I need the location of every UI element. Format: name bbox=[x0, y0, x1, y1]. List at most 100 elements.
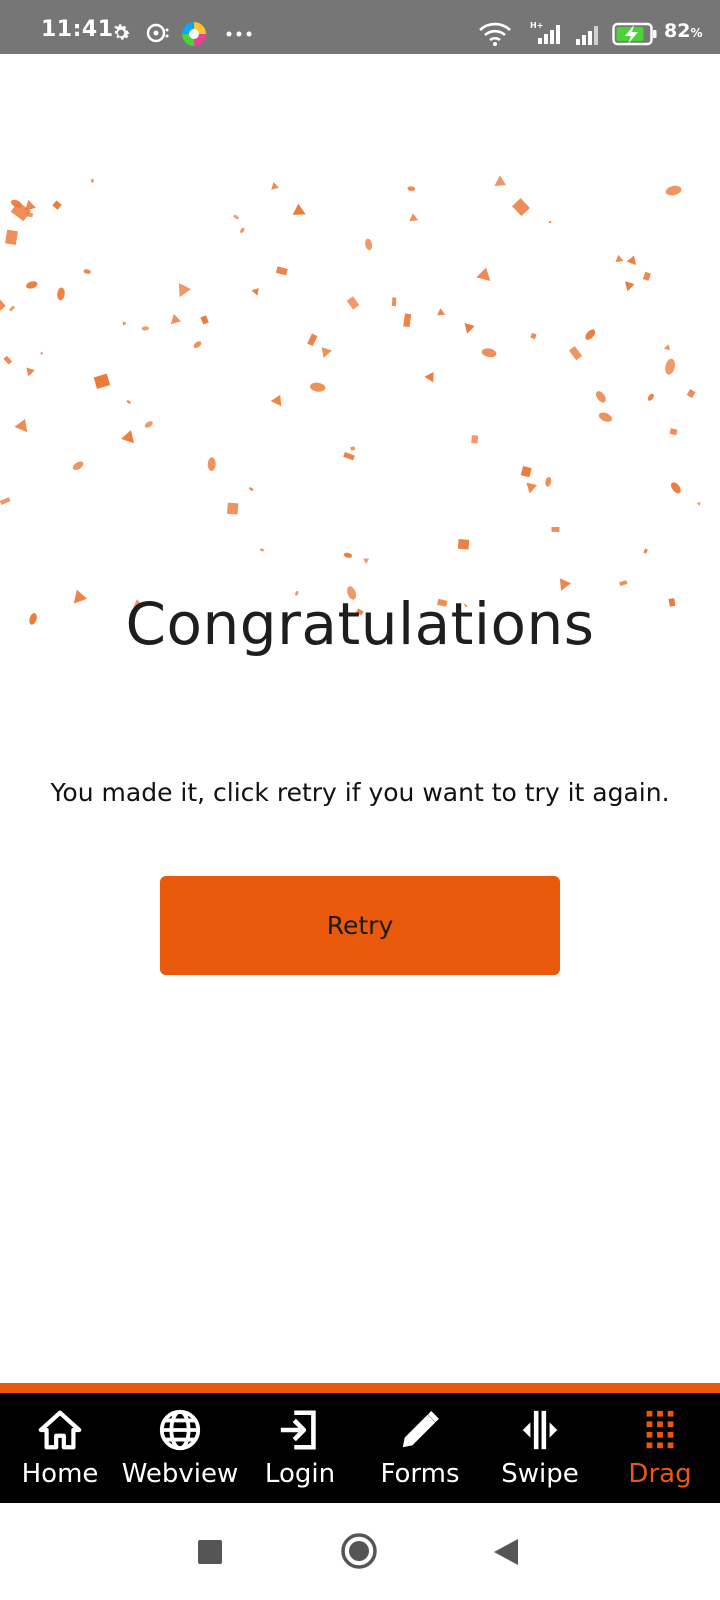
confetti-piece bbox=[39, 351, 43, 355]
confetti-piece bbox=[343, 552, 353, 558]
wifi-icon bbox=[479, 22, 511, 46]
confetti-piece bbox=[72, 461, 84, 470]
confetti-piece bbox=[321, 347, 332, 358]
tab-label: Webview bbox=[121, 1459, 239, 1489]
confetti-piece bbox=[626, 255, 636, 266]
confetti-piece bbox=[596, 391, 606, 403]
confetti-piece bbox=[178, 283, 191, 298]
confetti-piece bbox=[207, 457, 216, 472]
tab-forms[interactable]: Forms bbox=[360, 1393, 480, 1503]
home-button[interactable] bbox=[340, 1532, 378, 1570]
confetti-piece bbox=[271, 182, 279, 190]
battery-percent: 82% bbox=[664, 20, 703, 42]
pencil-icon bbox=[402, 1411, 439, 1448]
more-dots-icon bbox=[226, 31, 252, 37]
confetti-piece bbox=[249, 487, 254, 491]
settings-icon bbox=[114, 24, 130, 40]
confetti-piece bbox=[365, 238, 373, 251]
system-nav-bar bbox=[0, 1503, 720, 1600]
confetti-piece bbox=[14, 418, 28, 433]
tab-bar-accent bbox=[0, 1383, 720, 1393]
confetti-piece bbox=[663, 344, 670, 351]
confetti-piece bbox=[471, 435, 479, 444]
battery-charging-icon bbox=[612, 22, 657, 46]
page-title: Congratulations bbox=[125, 590, 595, 658]
confetti-piece bbox=[93, 373, 111, 389]
confetti-piece bbox=[481, 348, 497, 358]
confetti-piece bbox=[292, 203, 306, 215]
confetti-piece bbox=[260, 548, 264, 552]
confetti-piece bbox=[363, 558, 370, 564]
confetti-piece bbox=[144, 421, 153, 428]
confetti-piece bbox=[233, 214, 240, 220]
confetti-piece bbox=[83, 269, 91, 274]
confetti-piece bbox=[121, 430, 135, 444]
confetti-piece bbox=[52, 200, 62, 210]
confetti-piece bbox=[346, 296, 360, 310]
status-time: 11:41 bbox=[41, 17, 114, 42]
confetti-piece bbox=[0, 497, 11, 505]
tab-webview[interactable]: Webview bbox=[120, 1393, 240, 1503]
confetti-piece bbox=[545, 476, 552, 487]
confetti-piece bbox=[251, 288, 259, 296]
confetti-piece bbox=[310, 382, 326, 392]
confetti-piece bbox=[670, 482, 681, 494]
confetti-piece bbox=[0, 296, 6, 315]
confetti-piece bbox=[647, 393, 654, 401]
confetti-piece bbox=[619, 580, 628, 586]
confetti-piece bbox=[227, 502, 239, 515]
globe-icon bbox=[159, 1409, 201, 1451]
confetti-piece bbox=[464, 322, 475, 334]
confetti-piece bbox=[476, 267, 491, 281]
confetti-piece bbox=[26, 281, 38, 289]
confetti-piece bbox=[437, 308, 446, 316]
confetti-piece bbox=[403, 313, 412, 328]
confetti-piece bbox=[26, 212, 34, 218]
confetti-piece bbox=[598, 412, 612, 422]
tab-label: Forms bbox=[380, 1459, 460, 1489]
app-icon bbox=[182, 22, 206, 46]
confetti-piece bbox=[547, 220, 552, 224]
confetti-piece bbox=[585, 329, 596, 340]
tab-home[interactable]: Home bbox=[0, 1393, 120, 1503]
confetti-piece bbox=[686, 389, 696, 399]
confetti-piece bbox=[343, 452, 355, 461]
tab-login[interactable]: Login bbox=[240, 1393, 360, 1503]
confetti-piece bbox=[8, 305, 15, 312]
recents-button[interactable] bbox=[197, 1539, 223, 1565]
confetti-piece bbox=[240, 227, 245, 233]
confetti-piece bbox=[409, 213, 419, 222]
confetti-piece bbox=[669, 428, 678, 436]
confetti-piece bbox=[3, 355, 13, 365]
signal-icon-2 bbox=[576, 26, 598, 45]
status-bar: 11:41 H+ 82% bbox=[0, 0, 720, 54]
confetti-piece bbox=[141, 326, 149, 331]
confetti-piece bbox=[520, 466, 532, 478]
media-icon bbox=[146, 23, 169, 43]
confetti-piece bbox=[568, 346, 583, 361]
swipe-icon bbox=[522, 1410, 558, 1450]
confetti-piece bbox=[350, 446, 356, 451]
confetti-piece bbox=[126, 400, 131, 404]
confetti-piece bbox=[615, 254, 624, 263]
confetti-piece bbox=[642, 271, 651, 281]
confetti-decoration bbox=[0, 175, 701, 625]
back-button[interactable] bbox=[492, 1537, 520, 1567]
tab-swipe[interactable]: Swipe bbox=[480, 1393, 600, 1503]
svg-text:H+: H+ bbox=[530, 21, 543, 30]
login-icon bbox=[280, 1410, 316, 1450]
confetti-piece bbox=[665, 358, 676, 375]
confetti-piece bbox=[665, 185, 682, 196]
confetti-piece bbox=[122, 321, 127, 326]
confetti-piece bbox=[457, 538, 470, 550]
retry-button[interactable]: Retry bbox=[160, 876, 560, 975]
bottom-tab-bar: Home Webview Login Forms Swipe Drag bbox=[0, 1393, 720, 1503]
confetti-piece bbox=[5, 229, 18, 245]
signal-icon: H+ bbox=[530, 21, 560, 44]
tab-label: Login bbox=[264, 1459, 336, 1489]
tab-label: Drag bbox=[628, 1459, 692, 1489]
tab-drag[interactable]: Drag bbox=[600, 1393, 720, 1503]
confetti-piece bbox=[200, 315, 209, 325]
confetti-piece bbox=[512, 198, 530, 217]
confetti-piece bbox=[275, 266, 288, 276]
